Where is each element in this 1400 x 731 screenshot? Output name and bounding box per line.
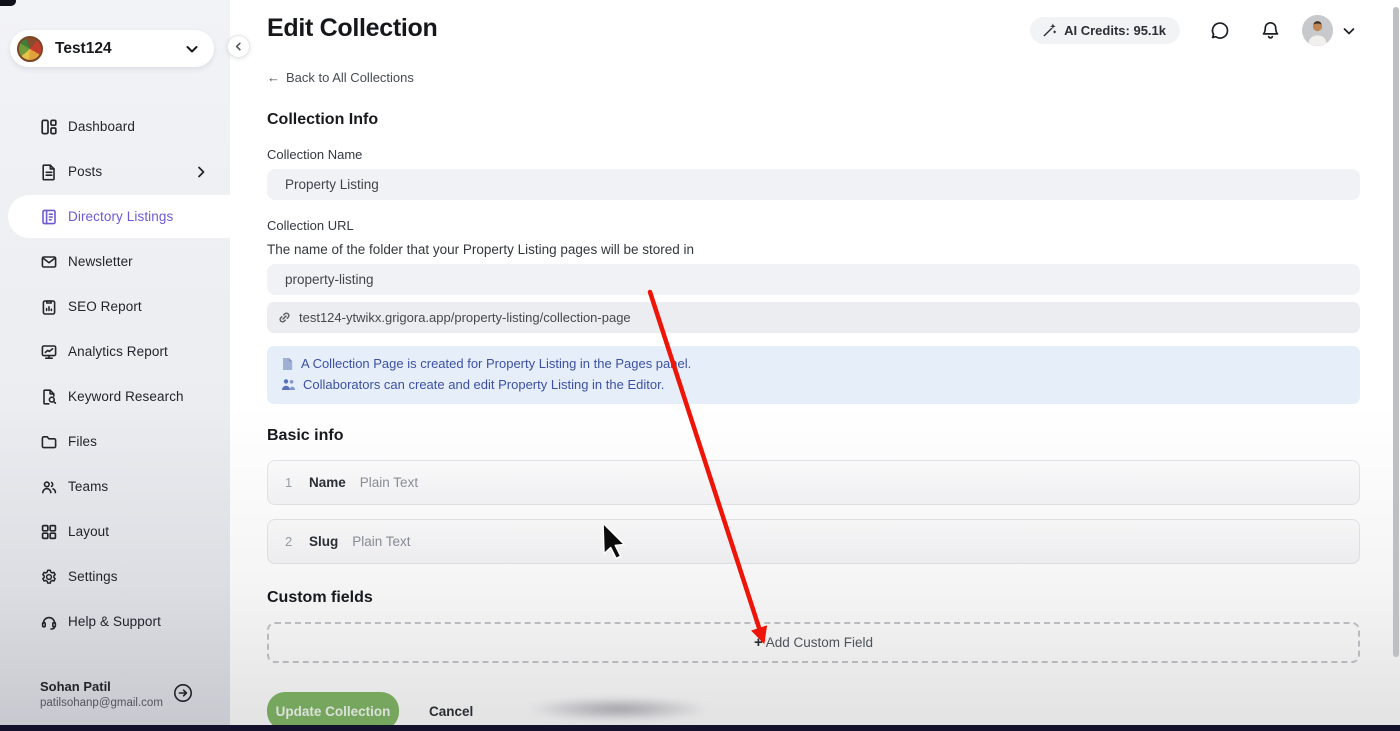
sidebar-nav: Dashboard Posts Directory Listings Newsl… xyxy=(0,103,230,645)
sidebar-item-label: SEO Report xyxy=(68,299,142,314)
collection-url-help: The name of the folder that your Propert… xyxy=(267,242,694,257)
sidebar-item-label: Keyword Research xyxy=(68,389,184,404)
collection-url-preview-text: test124-ytwikx.grigora.app/property-list… xyxy=(299,310,631,325)
collection-info-note-box: A Collection Page is created for Propert… xyxy=(267,346,1360,404)
sidebar-item-posts[interactable]: Posts xyxy=(8,150,230,193)
add-custom-field-button[interactable]: + Add Custom Field xyxy=(267,622,1360,663)
collection-url-label: Collection URL xyxy=(267,218,354,233)
sidebar-item-teams[interactable]: Teams xyxy=(8,465,230,508)
sidebar-user: Sohan Patil patilsohanp@gmail.com xyxy=(40,679,210,709)
sidebar-item-label: Newsletter xyxy=(68,254,133,269)
sidebar-item-label: Analytics Report xyxy=(68,344,168,359)
workspace-switcher[interactable]: Test124 xyxy=(10,30,214,67)
basic-field-row-slug[interactable]: 2 Slug Plain Text xyxy=(267,519,1360,564)
sidebar: Test124 Dashboard Posts Directory Listin… xyxy=(0,0,230,731)
row-field-name: Slug xyxy=(309,534,339,549)
note-text: Collaborators can create and edit Proper… xyxy=(303,377,665,392)
seo-report-icon xyxy=(40,298,58,316)
note-text: A Collection Page is created for Propert… xyxy=(301,356,692,371)
user-avatar[interactable] xyxy=(1302,15,1333,46)
sidebar-item-dashboard[interactable]: Dashboard xyxy=(8,105,230,148)
chevron-right-icon xyxy=(194,165,208,179)
dashboard-icon xyxy=(40,118,58,136)
posts-icon xyxy=(40,163,58,181)
sidebar-item-label: Settings xyxy=(68,569,118,584)
sidebar-item-label: Layout xyxy=(68,524,110,539)
main-content: Edit Collection ← Back to All Collection… xyxy=(230,0,1400,731)
collection-name-label: Collection Name xyxy=(267,147,363,162)
sidebar-item-analytics-report[interactable]: Analytics Report xyxy=(8,330,230,373)
help-support-icon xyxy=(40,613,58,631)
collection-info-heading: Collection Info xyxy=(267,111,379,128)
logout-arrow-icon[interactable] xyxy=(172,682,194,704)
ai-credits-label: AI Credits: 95.1k xyxy=(1064,23,1166,38)
chat-icon[interactable] xyxy=(1209,20,1231,42)
note-line: A Collection Page is created for Propert… xyxy=(281,356,1346,371)
account-chevron-down-icon[interactable] xyxy=(1341,23,1357,39)
teams-icon xyxy=(40,478,58,496)
newsletter-icon xyxy=(40,253,58,271)
collaborators-icon xyxy=(281,378,296,391)
sidebar-item-label: Posts xyxy=(68,164,103,179)
sidebar-item-label: Directory Listings xyxy=(68,209,174,224)
sidebar-item-label: Files xyxy=(68,434,98,449)
collection-name-value: Property Listing xyxy=(285,177,379,192)
back-arrow-icon: ← xyxy=(267,70,280,85)
note-line: Collaborators can create and edit Proper… xyxy=(281,377,1346,392)
row-field-name: Name xyxy=(309,475,346,490)
row-field-type: Plain Text xyxy=(352,534,411,549)
row-field-type: Plain Text xyxy=(359,475,419,490)
sidebar-item-settings[interactable]: Settings xyxy=(8,555,230,598)
plus-icon: + xyxy=(753,634,763,651)
collection-name-input[interactable]: Property Listing xyxy=(267,169,1360,200)
files-icon xyxy=(40,433,58,451)
collection-url-preview[interactable]: test124-ytwikx.grigora.app/property-list… xyxy=(267,302,1360,333)
collection-url-input[interactable]: property-listing xyxy=(267,264,1360,295)
workspace-logo xyxy=(17,35,43,62)
ai-credits-pill[interactable]: AI Credits: 95.1k xyxy=(1030,17,1180,44)
sidebar-item-files[interactable]: Files xyxy=(8,420,230,463)
sidebar-item-help-support[interactable]: Help & Support xyxy=(8,600,230,643)
link-icon xyxy=(277,310,292,325)
chevron-down-icon xyxy=(184,41,200,57)
scrollbar[interactable] xyxy=(1392,0,1400,731)
basic-info-heading: Basic info xyxy=(267,427,344,444)
sidebar-item-label: Dashboard xyxy=(68,119,135,134)
custom-fields-heading: Custom fields xyxy=(267,589,373,606)
sidebar-item-keyword-research[interactable]: Keyword Research xyxy=(8,375,230,418)
row-index: 2 xyxy=(285,534,293,549)
back-to-collections-link[interactable]: ← Back to All Collections xyxy=(267,70,414,85)
settings-icon xyxy=(40,568,58,586)
page-icon xyxy=(281,357,294,371)
notifications-bell-icon[interactable] xyxy=(1260,20,1281,42)
keyword-research-icon xyxy=(40,388,58,406)
sidebar-item-directory-listings[interactable]: Directory Listings xyxy=(8,195,230,238)
wand-icon xyxy=(1042,23,1057,38)
sidebar-item-newsletter[interactable]: Newsletter xyxy=(8,240,230,283)
sidebar-item-label: Help & Support xyxy=(68,614,161,629)
layout-icon xyxy=(40,523,58,541)
back-link-label: Back to All Collections xyxy=(286,70,414,85)
collection-url-value: property-listing xyxy=(285,272,374,287)
top-bar-controls: AI Credits: 95.1k xyxy=(1030,15,1357,46)
scrollbar-thumb[interactable] xyxy=(1393,7,1399,657)
player-bottom-bar xyxy=(0,725,1400,731)
row-index: 1 xyxy=(285,475,293,490)
cancel-button[interactable]: Cancel xyxy=(429,704,473,719)
add-custom-field-label: Add Custom Field xyxy=(765,635,874,650)
directory-listings-icon xyxy=(40,208,58,226)
analytics-report-icon xyxy=(40,343,58,361)
sidebar-item-layout[interactable]: Layout xyxy=(8,510,230,553)
sidebar-item-seo-report[interactable]: SEO Report xyxy=(8,285,230,328)
workspace-name: Test124 xyxy=(55,39,112,57)
basic-field-row-name[interactable]: 1 Name Plain Text xyxy=(267,460,1360,505)
sidebar-collapse-button[interactable] xyxy=(227,35,250,58)
corner-notch xyxy=(0,0,16,6)
sidebar-item-label: Teams xyxy=(68,479,109,494)
